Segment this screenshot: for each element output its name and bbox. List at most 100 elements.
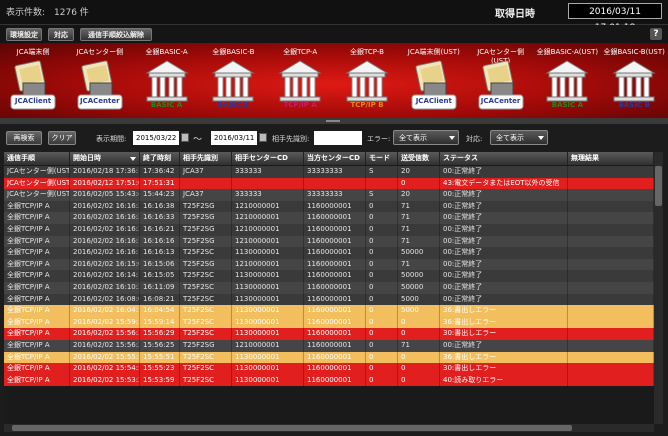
table-cell: 16:08:21 [140,293,180,306]
calendar-icon[interactable] [259,133,267,142]
date-to-input[interactable]: 2016/03/11 [211,131,257,145]
table-cell: T25F2SC [180,316,232,329]
column-header-count[interactable]: 送受信数 [398,152,440,165]
protocol-tile[interactable]: 全銀BASIC-A BASIC A [134,43,200,118]
column-header-status[interactable]: ステータス [440,152,568,165]
table-cell: 0 [366,351,398,364]
filter-bar: 再検索 クリア 表示期間: 2015/03/22 〜 2016/03/11 相手… [0,124,668,150]
error-select[interactable]: 全て表示 [393,130,459,145]
table-cell: 71 [398,212,440,224]
table-cell: 全銀TCP/IP A [4,293,70,306]
table-cell: 36:書出しエラー [440,305,568,317]
calendar-icon[interactable] [181,133,189,142]
protocol-tile[interactable]: 全銀BASIC-B(UST) BASIC B [601,43,667,118]
column-header-protocol[interactable]: 通信手順 [4,152,70,165]
table-cell: 50000 [398,270,440,282]
protocol-tile[interactable]: 全銀TCP-B TCP/IP B [334,43,400,118]
table-row[interactable]: 全銀TCP/IP A 2016/02/02 16:10:36 16:11:09 T25… [4,282,654,294]
table-row[interactable]: 全銀TCP/IP A 2016/02/02 16:14:13 16:15:05 T25… [4,270,654,282]
table-cell: 16:11:09 [140,282,180,294]
protocol-tile[interactable]: 全銀TCP-A TCP/IP A [267,43,333,118]
table-cell: 0 [398,316,440,329]
table-cell: 0 [366,282,398,294]
column-header-partner[interactable]: 相手先識別 [180,152,232,165]
scroll-thumb[interactable] [655,166,662,206]
table-cell: 2016/02/02 16:16:13 [70,247,140,259]
column-header-partner-center[interactable]: 相手センターCD [232,152,304,165]
column-header-end[interactable]: 終了時刻 [140,152,180,165]
table-cell: 71 [398,340,440,352]
table-cell: 15:59:14 [140,316,180,329]
protocol-tile[interactable]: 全銀BASIC-B BASIC B [200,43,266,118]
clear-button[interactable]: クリア [48,131,76,145]
table-cell: 20 [398,189,440,201]
table-row[interactable]: 全銀TCP/IP A 2016/02/02 16:16:38 16:16:38 T25… [4,200,654,213]
table-row[interactable]: 全銀TCP/IP A 2016/02/02 16:16:20 16:16:21 T25… [4,224,654,236]
date-from-input[interactable]: 2015/03/22 [133,131,179,145]
protocol-tile[interactable]: 全銀BASIC-A(UST) BASIC A [534,43,600,118]
table-cell: 16:16:38 [140,200,180,213]
scroll-thumb[interactable] [12,425,572,431]
table-row[interactable]: 全銀TCP/IP A 2016/02/02 15:56:29 15:56:29 T25… [4,328,654,340]
table-cell: T25F2SG [180,200,232,213]
table-cell: 15:53:59 [140,374,180,387]
table-row[interactable]: 全銀TCP/IP A 2016/02/02 16:16:16 16:16:16 T25… [4,235,654,248]
refresh-button[interactable]: 再検索 [6,131,42,145]
protocol-tile[interactable]: JCAセンター側(UST) JCACenter [468,43,534,118]
partner-input[interactable] [314,131,362,145]
table-cell: 1130000001 [232,270,304,282]
table-cell: 1130000001 [232,305,304,317]
table-row[interactable]: JCAセンター側(UST) 2016/02/05 15:43:48 15:44:23… [4,189,654,201]
table-cell: 40:読み取りエラー [440,374,568,387]
table-cell: 15:44:23 [140,189,180,201]
protocol-tile[interactable]: JCA端末側 JCAClient [0,43,66,118]
table-cell: JCAセンター側(UST) [4,189,70,201]
table-row[interactable]: 全銀TCP/IP A 2016/02/02 15:53:28 15:53:59 T25… [4,374,654,387]
help-icon[interactable]: ? [650,28,662,40]
table-row[interactable]: 全銀TCP/IP A 2016/02/02 16:16:33 16:16:33 T25… [4,212,654,224]
table-row[interactable]: 全銀TCP/IP A 2016/02/02 16:15:06 16:15:06 T25… [4,258,654,271]
protocol-tile-caption: BASIC B [618,101,650,109]
table-cell: 16:16:33 [140,212,180,224]
column-header-own-center[interactable]: 当方センターCD [304,152,366,165]
table-cell: 1160000001 [304,200,366,213]
response-select[interactable]: 全て表示 [490,130,548,145]
table-row[interactable]: 全銀TCP/IP A 2016/02/02 16:04:54 16:04:54 T25… [4,305,654,317]
table-cell: 2016/02/12 17:51:00 [70,177,140,190]
column-header-result[interactable]: 無理結果 [568,152,654,165]
table-cell: 2016/02/02 15:55:51 [70,351,140,364]
protocol-tile-caption: JCAClient [14,97,52,105]
table-cell: 2016/02/02 15:54:53 [70,363,140,375]
table-row[interactable]: JCAセンター側(UST) 2016/02/18 17:36:13 17:36:42… [4,166,654,178]
table-cell [304,177,366,190]
table-cell: 15:55:51 [140,351,180,364]
table-row[interactable]: JCAセンター側(UST) 2016/02/12 17:51:00 17:51:31… [4,177,654,190]
horizontal-scrollbar[interactable] [4,424,654,432]
protocol-tile[interactable]: JCA端末側(UST) JCAClient [401,43,467,118]
column-header-mode[interactable]: モード [366,152,398,165]
settings-button[interactable]: 環境設定 [6,28,42,41]
protocol-tile[interactable]: JCAセンター側 JCACenter [67,43,133,118]
table-row[interactable]: 全銀TCP/IP A 2016/02/02 15:55:51 15:55:51 T25… [4,351,654,364]
splitter-grip-icon[interactable] [326,120,340,122]
table-cell: 0 [366,200,398,213]
table-cell: 00:正常終了 [440,189,568,201]
table-row[interactable]: 全銀TCP/IP A 2016/02/02 16:16:13 16:16:13 T25… [4,247,654,259]
clear-protocol-filter-button[interactable]: 通信手順絞込解除 [80,28,152,41]
vertical-scrollbar[interactable] [654,152,663,424]
table-row[interactable]: 全銀TCP/IP A 2016/02/02 16:08:03 16:08:21 T25… [4,293,654,306]
table-cell: 0 [366,340,398,352]
table-cell: 0 [398,177,440,190]
table-cell: 2016/02/02 15:53:28 [70,374,140,387]
table-cell: 00:正常終了 [440,340,568,352]
table-cell: JCAセンター側(UST) [4,177,70,190]
table-cell: 全銀TCP/IP A [4,316,70,329]
table-cell: 1130000001 [232,316,304,329]
table-row[interactable]: 全銀TCP/IP A 2016/02/02 15:54:53 15:55:23 T25… [4,363,654,375]
period-label: 表示期間: [96,135,127,143]
table-cell [568,224,654,236]
table-cell: 0 [366,293,398,306]
table-row[interactable]: 全銀TCP/IP A 2016/02/02 15:59:14 15:59:14 T25… [4,316,654,329]
table-row[interactable]: 全銀TCP/IP A 2016/02/02 15:56:25 15:56:25 T25… [4,340,654,352]
response-button[interactable]: 対応 [48,28,74,41]
